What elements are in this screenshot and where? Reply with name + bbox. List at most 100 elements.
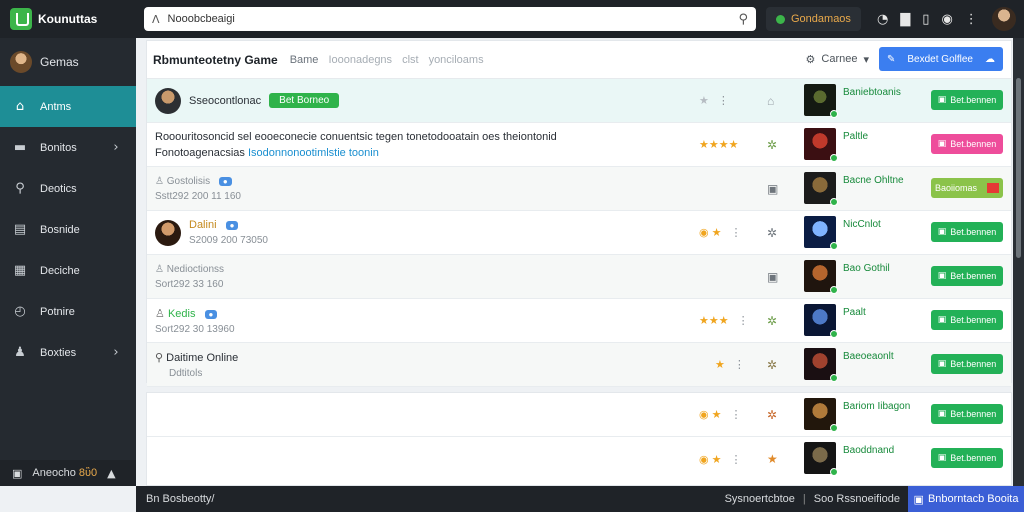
user-avatar[interactable] [991,7,1016,31]
bag-icon[interactable]: ▇ [900,12,910,27]
list-item[interactable]: ♙ Kedis ● Sort292 30 13960 ★★★ ⋮ ✲ Paalt … [147,299,1011,343]
play-icon: ▣ [937,139,947,149]
info-icon[interactable]: ▯ [922,12,929,27]
action-button[interactable]: ▣ Bet.bennen [931,90,1003,110]
sidebar-item-1[interactable]: ▬ Bonitos › [0,127,136,168]
more-icon[interactable]: ⋮ [734,358,745,371]
footer-link-2[interactable]: Soo Rssnoeifiode [814,493,900,505]
edit-icon: ✎ [887,53,896,65]
action-button[interactable]: ▣ Bet.bennen [931,448,1003,468]
row-tag[interactable]: Bet Borneo [269,93,340,108]
game-name[interactable]: Baoddnand [843,445,894,456]
action-button[interactable]: ▣ Bet.bennen [931,310,1003,330]
game-thumbnail[interactable] [804,260,838,294]
list-item[interactable]: ♙ Gostolisis ● Sstt292 200 11 160 ▣ Bacn… [147,167,1011,211]
breadcrumb-2[interactable]: clst [402,54,419,66]
online-indicator [830,110,838,118]
rating: ★ ⋮ [715,343,745,386]
search-bar[interactable]: ᐱ ⚲ [144,7,756,31]
action-button[interactable]: ▣ Bet.bennen [931,266,1003,286]
play-icon: ▣ [937,95,947,105]
box-icon: ▣ [767,181,779,196]
primary-button[interactable]: ✎ Bexdet Golflee ☁ [879,47,1003,71]
puzzle-icon: ✲ [767,357,778,372]
action-button[interactable]: ▣ Bet.bennen [931,222,1003,242]
sidebar-item-5[interactable]: ◴ Potnire [0,291,136,332]
more-icon[interactable]: ⋮ [731,408,742,421]
search-icon[interactable]: ⚲ [738,12,748,27]
download-icon: ▣ [913,492,924,506]
more-icon[interactable]: ⋮ [738,314,749,327]
rating: ★ ⋮ [699,79,729,122]
footer-link-1[interactable]: Sysnoertcbtoe [725,493,795,505]
action-button[interactable]: ▣ Bet.bennen [931,404,1003,424]
game-thumbnail[interactable] [804,128,838,162]
scrollbar-thumb[interactable] [1016,78,1021,258]
game-name[interactable]: NicCnlot [843,219,881,230]
more-icon[interactable]: ⋮ [731,453,742,466]
game-name[interactable]: Bacne Ohltne [843,175,904,186]
game-thumbnail[interactable] [804,442,838,476]
breadcrumb-0[interactable]: Bame [290,54,319,66]
game-thumbnail[interactable] [804,398,838,432]
play-icon: ▣ [937,227,947,237]
flag-icon [987,183,999,193]
sidebar-item-2[interactable]: ⚲ Deotics [0,168,136,209]
game-name[interactable]: Bao Gothil [843,263,890,274]
app-logo[interactable]: Kounuttas [0,8,136,30]
list-item[interactable]: ◉ ★ ⋮ ✲ Bariom Iibagon ▣ Bet.bennen [147,393,1011,437]
speed-icon[interactable]: ◔ [877,12,888,27]
action-button[interactable]: ▣ Bet.bennen [931,354,1003,374]
puzzle-icon: ✲ [767,137,778,152]
rating: ★★★★ [699,123,738,166]
list-item[interactable]: ◉ ★ ⋮ ★ Baoddnand ▣ Bet.bennen [147,437,1011,481]
game-name[interactable]: Paltle [843,131,868,142]
puzzle-icon: ✲ [767,313,778,328]
menu-icon[interactable]: ⋮ [965,12,978,27]
row-link[interactable]: Isodonnonootimlstie toonin [248,147,379,159]
sidebar-item-3[interactable]: ▤ Bosnide [0,209,136,250]
search-input[interactable] [167,13,731,25]
game-thumbnail[interactable] [804,172,838,206]
game-name[interactable]: Baeoeaonlt [843,351,894,362]
settings-icon[interactable]: ◉ [941,12,952,27]
action-button-label: Bet.bennen [950,139,997,149]
rating: ◉ ★ ⋮ [699,437,742,481]
list-item[interactable]: ⚲ Daitime Online Ddtitols ★ ⋮ ✲ Baeoeaonl… [147,343,1011,387]
list-item[interactable]: Sseocontlonac Bet Borneo ★ ⋮ ⌂ Baniebtoan… [147,79,1011,123]
game-name[interactable]: Bariom Iibagon [843,401,910,412]
sidebar-item-0[interactable]: ⌂ Antms [0,86,136,127]
scrollbar[interactable] [1013,38,1024,486]
action-button[interactable]: Baoiiomas [931,178,1003,198]
sidebar-item-6[interactable]: ♟ Boxties › [0,332,136,373]
list-item[interactable]: Rooouritosoncid sel eooeconecie conuents… [147,123,1011,167]
sidebar-footer[interactable]: ▣ Aneocho 8ὒ0 ▲ [0,460,136,486]
online-indicator [830,424,838,432]
game-thumbnail[interactable] [804,304,838,338]
rating: ◉ ★ ⋮ [699,393,742,436]
sidebar-item-4[interactable]: ▦ Deciche [0,250,136,291]
action-button-label: Bet.bennen [950,227,997,237]
game-name[interactable]: Paalt [843,307,866,318]
user-icon: ♙ [155,263,164,275]
sidebar-item-label: Potnire [40,305,75,318]
breadcrumb-3[interactable]: yonciloams [429,54,484,66]
footer-left-label[interactable]: Bn Bosbeotty/ [146,493,215,505]
back-icon[interactable]: ᐱ [152,13,160,26]
action-button[interactable]: ▣ Bet.bennen [931,134,1003,154]
list-item[interactable]: Dalini ● S2009 200 73050 ◉ ★ ⋮ ✲ NicCnlot… [147,211,1011,255]
more-icon[interactable]: ⋮ [731,226,742,239]
row-title: Kedis [167,307,196,320]
game-thumbnail[interactable] [804,84,838,118]
breadcrumb-1[interactable]: Iooonadegns [328,54,392,66]
sort-dropdown[interactable]: ⚙ Carnee ▾ [806,53,869,66]
game-thumbnail[interactable] [804,348,838,382]
sidebar-user[interactable]: Gemas [0,38,136,86]
coin-icon: ◉ ★ [699,409,722,421]
list-item[interactable]: ♙ Nedioctionss Sort292 33 160 ▣ Bao Goth… [147,255,1011,299]
games-button[interactable]: Gondamaos [766,7,861,31]
more-icon[interactable]: ⋮ [718,94,729,107]
game-thumbnail[interactable] [804,216,838,250]
footer-button[interactable]: ▣ Bnborntacb Booita [908,486,1024,512]
game-name[interactable]: Baniebtoanis [843,87,901,98]
